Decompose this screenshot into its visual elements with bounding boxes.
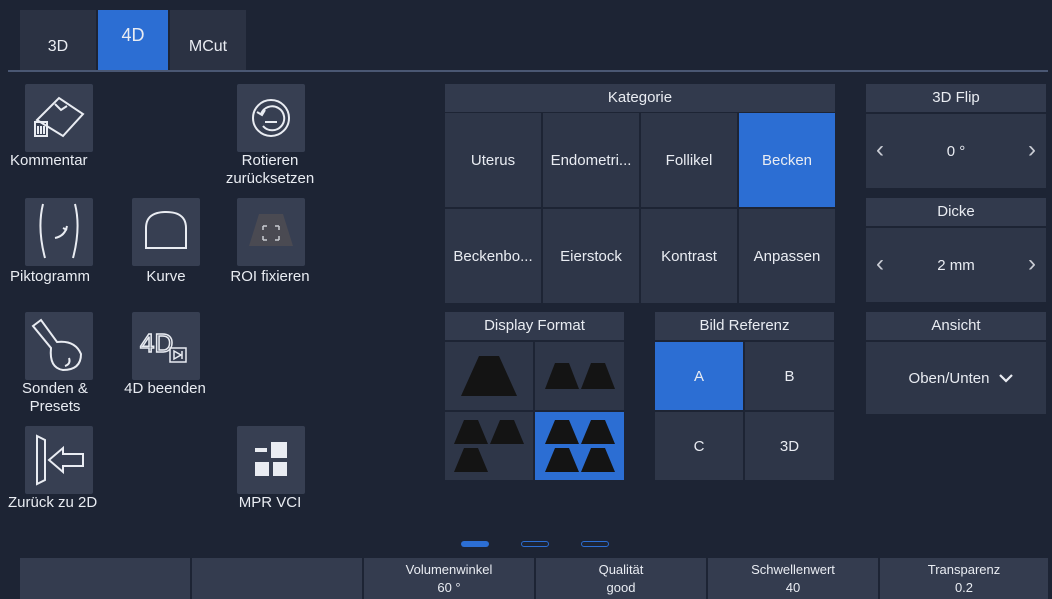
param-qualitaet[interactable]: Qualität good [536,558,706,599]
volumenwinkel-value: 60 ° [437,580,461,595]
dicke-value: 2 mm [937,256,975,274]
kurve-button[interactable] [132,198,200,266]
kategorie-item-endometrium[interactable]: Endometri... [543,113,639,207]
roi-label: ROI fixieren [230,268,310,285]
rotieren-button[interactable] [237,84,305,152]
tab-4d[interactable]: 4D [98,10,168,70]
4d-beenden-button[interactable]: 4D [132,312,200,380]
mpr-layout-icon [255,442,287,476]
tab-divider [8,70,1048,72]
referenz-3d[interactable]: 3D [745,412,834,480]
referenz-b[interactable]: B [745,342,834,410]
chevron-right-icon[interactable]: › [1028,250,1036,278]
kategorie-item-anpassen[interactable]: Anpassen [739,209,835,303]
chevron-right-icon[interactable]: › [1028,136,1036,164]
transparenz-label: Transparenz [927,562,1001,577]
param-empty-1[interactable] [20,558,190,599]
tab-4d-label: 4D [121,24,145,45]
piktogramm-label: Piktogramm [10,268,91,285]
kategorie-item-beckenboden[interactable]: Beckenbo... [445,209,541,303]
back-to-2d-icon [36,434,84,486]
qualitaet-label: Qualität [598,562,644,577]
schwellenwert-value: 40 [785,580,801,595]
pictogram-icon [39,203,79,259]
ansicht-value: Oben/Unten [908,369,990,387]
triple-view-icon [454,420,524,472]
param-transparenz[interactable]: Transparenz 0.2 [880,558,1048,599]
4d-beenden-label: 4D beenden [124,380,206,397]
parameter-bar: Volumenwinkel 60 ° Qualität good Schwell… [20,558,1048,599]
tab-mcut-label: MCut [188,38,228,55]
tab-bar: 3D 4D MCut [20,10,1048,70]
piktogramm-button[interactable] [25,198,93,266]
rotate-reset-icon [252,99,290,137]
referenz-a[interactable]: A [655,342,743,410]
curve-icon [145,210,187,249]
param-schwellenwert[interactable]: Schwellenwert 40 [708,558,878,599]
exit-4d-icon: 4D [139,327,187,363]
dicke-stepper: ‹ 2 mm › [866,228,1046,302]
chevron-left-icon[interactable]: ‹ [876,250,884,278]
dicke-header: Dicke [866,198,1046,226]
format-quad[interactable] [535,412,624,480]
quad-view-icon [544,420,615,472]
format-triple[interactable] [445,412,533,480]
kommentar-label: Kommentar [10,152,88,169]
param-volumenwinkel[interactable]: Volumenwinkel 60 ° [364,558,534,599]
tab-mcut[interactable]: MCut [170,10,246,70]
mpr-vci-label: MPR VCI [238,494,302,511]
flip-header: 3D Flip [866,84,1046,112]
mpr-vci-button[interactable] [237,426,305,494]
kategorie-item-eierstock[interactable]: Eierstock [543,209,639,303]
tab-3d[interactable]: 3D [20,10,96,70]
roi-button[interactable] [237,198,305,266]
flip-stepper: ‹ 0 ° › [866,114,1046,188]
kategorie-header: Kategorie [445,84,835,112]
page-indicator-1[interactable] [461,541,489,547]
tab-3d-label: 3D [47,38,69,55]
display-format-header: Display Format [445,312,624,340]
dual-view-icon [544,363,615,389]
comment-icon [34,96,85,138]
single-view-icon [461,356,517,396]
kategorie-item-follikel[interactable]: Follikel [641,113,737,207]
ansicht-header: Ansicht [866,312,1046,340]
svg-text:4D: 4D [140,328,173,358]
kategorie-item-becken[interactable]: Becken [739,113,835,207]
format-dual[interactable] [535,342,624,410]
volumenwinkel-label: Volumenwinkel [405,562,493,577]
sonden-label: Sonden & Presets [22,380,88,415]
ansicht-select[interactable]: Oben/Unten [866,342,1046,414]
flip-value: 0 ° [946,142,966,160]
page-indicator-2[interactable] [521,541,549,547]
kategorie-item-uterus[interactable]: Uterus [445,113,541,207]
chevron-down-icon [999,374,1014,383]
sonden-button[interactable] [25,312,93,380]
page-indicator-3[interactable] [581,541,609,547]
param-empty-2[interactable] [192,558,362,599]
referenz-c[interactable]: C [655,412,743,480]
bild-referenz-header: Bild Referenz [655,312,834,340]
schwellenwert-label: Schwellenwert [751,562,835,577]
kurve-label: Kurve [146,268,186,285]
probe-icon [31,318,83,372]
zurueck-button[interactable] [25,426,93,494]
zurueck-label: Zurück zu 2D [8,494,98,511]
kategorie-item-kontrast[interactable]: Kontrast [641,209,737,303]
rotieren-label: Rotieren zurücksetzen [225,152,315,187]
format-single[interactable] [445,342,533,410]
roi-fix-icon [249,214,293,246]
transparenz-value: 0.2 [954,580,974,595]
qualitaet-value: good [606,580,636,595]
kommentar-button[interactable] [25,84,93,152]
chevron-left-icon[interactable]: ‹ [876,136,884,164]
